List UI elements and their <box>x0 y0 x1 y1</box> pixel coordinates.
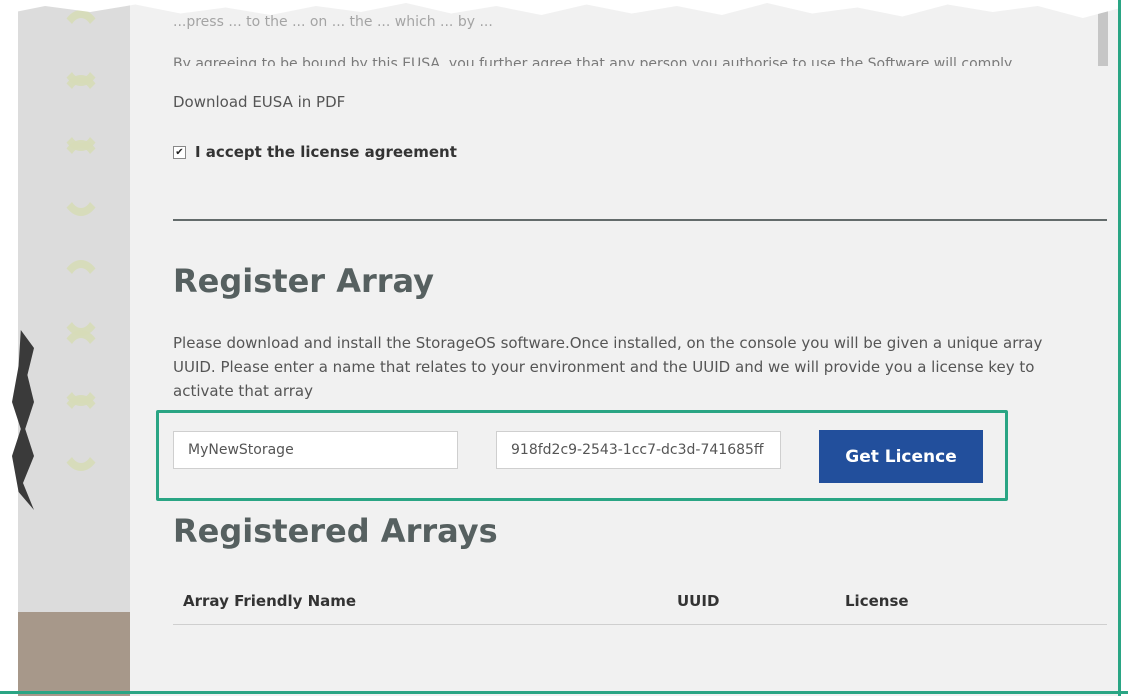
column-header-uuid: UUID <box>677 592 720 610</box>
column-header-license: License <box>845 592 909 610</box>
left-decorative-strip <box>18 0 130 696</box>
array-name-input[interactable] <box>173 431 458 469</box>
accept-license-checkbox[interactable]: ✔ <box>173 145 186 159</box>
register-array-heading: Register Array <box>173 262 434 300</box>
section-divider <box>173 219 1107 221</box>
accept-license-row[interactable]: ✔ I accept the license agreement <box>173 143 457 161</box>
array-uuid-input[interactable] <box>496 431 781 469</box>
eusa-partial-text-1: ...press ... to the ... on ... the ... w… <box>173 14 493 30</box>
register-array-description: Please download and install the StorageO… <box>173 334 1043 400</box>
screenshot-frame: ...press ... to the ... on ... the ... w… <box>0 0 1128 696</box>
column-header-friendly-name: Array Friendly Name <box>183 592 357 610</box>
eusa-partial-text-2: By agreeing to be bound by this EUSA, yo… <box>173 56 1013 66</box>
registered-arrays-heading: Registered Arrays <box>173 512 498 550</box>
table-header-divider <box>173 624 1107 625</box>
tan-block <box>18 612 130 696</box>
get-licence-button[interactable]: Get Licence <box>819 430 983 483</box>
right-accent-border <box>1118 0 1121 696</box>
download-eusa-link[interactable]: Download EUSA in PDF <box>173 93 345 111</box>
accept-license-label: I accept the license agreement <box>195 143 457 161</box>
bottom-accent-border <box>0 691 1128 694</box>
